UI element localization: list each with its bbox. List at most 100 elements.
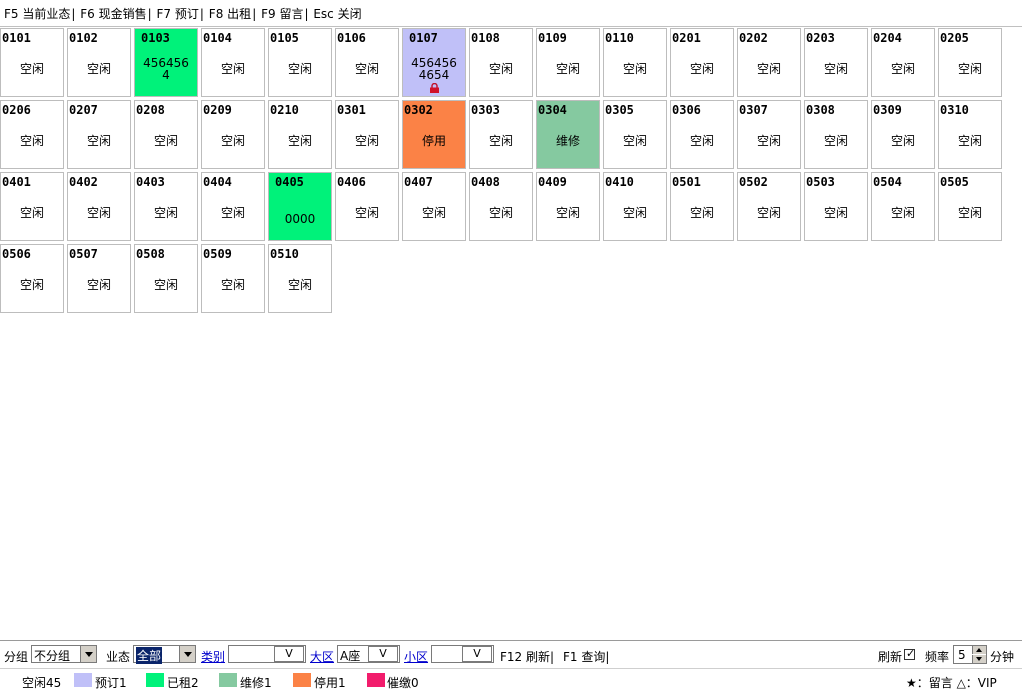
room-tile-0501[interactable]: 0501 空闲	[670, 172, 734, 241]
menu-f8[interactable]: F8 出租	[209, 7, 251, 21]
room-tile-0204[interactable]: 0204 空闲	[871, 28, 935, 97]
room-tile-0510[interactable]: 0510 空闲	[268, 244, 332, 313]
room-tile-0304[interactable]: 0304 维修	[536, 100, 600, 169]
room-tile-0408[interactable]: 0408 空闲	[469, 172, 533, 241]
room-tile-0208[interactable]: 0208 空闲	[134, 100, 198, 169]
room-tile-0207[interactable]: 0207 空闲	[67, 100, 131, 169]
room-status-text: 空闲	[823, 62, 848, 76]
category-dropdown-button[interactable]: V	[274, 646, 304, 662]
room-tile-0110[interactable]: 0110 空闲	[603, 28, 667, 97]
stepper-down-button[interactable]	[972, 655, 986, 663]
room-tile-0209[interactable]: 0209 空闲	[201, 100, 265, 169]
room-tile-0302[interactable]: 0302 停用	[402, 100, 466, 169]
room-number: 0401	[2, 175, 31, 189]
category-link[interactable]: 类别	[201, 648, 225, 665]
room-tile-0104[interactable]: 0104 空闲	[201, 28, 265, 97]
room-status-text: 空闲	[957, 206, 982, 220]
room-tile-0502[interactable]: 0502 空闲	[737, 172, 801, 241]
room-tile-0305[interactable]: 0305 空闲	[603, 100, 667, 169]
room-tile-0404[interactable]: 0404 空闲	[201, 172, 265, 241]
room-tile-0310[interactable]: 0310 空闲	[938, 100, 1002, 169]
f1-query-button[interactable]: F1 查询|	[563, 648, 609, 665]
rate-stepper[interactable]: 5	[953, 645, 987, 664]
room-tile-0109[interactable]: 0109 空闲	[536, 28, 600, 97]
menu-f7[interactable]: F7 预订	[157, 7, 199, 21]
room-tile-0406[interactable]: 0406 空闲	[335, 172, 399, 241]
room-tile-0509[interactable]: 0509 空闲	[201, 244, 265, 313]
room-tile-0306[interactable]: 0306 空闲	[670, 100, 734, 169]
refresh-label: 刷新	[878, 650, 903, 664]
room-status-text: 空闲	[220, 206, 245, 220]
room-tile-0401[interactable]: 0401 空闲	[0, 172, 64, 241]
room-number: 0506	[2, 247, 31, 261]
room-number: 0305	[605, 103, 634, 117]
room-number: 0310	[940, 103, 969, 117]
subzone-link[interactable]: 小区	[404, 648, 428, 665]
room-tile-0202[interactable]: 0202 空闲	[737, 28, 801, 97]
room-status-text: 空闲	[488, 206, 513, 220]
legend-rented-swatch	[146, 673, 164, 687]
menu-f6[interactable]: F6 现金销售	[80, 7, 146, 21]
f12-refresh-button[interactable]: F12 刷新|	[500, 648, 554, 665]
room-tile-0102[interactable]: 0102 空闲	[67, 28, 131, 97]
room-tile-0107[interactable]: 0107 456456 4654	[402, 28, 466, 97]
room-tile-0203[interactable]: 0203 空闲	[804, 28, 868, 97]
room-tile-0507[interactable]: 0507 空闲	[67, 244, 131, 313]
room-tile-0309[interactable]: 0309 空闲	[871, 100, 935, 169]
room-tile-0402[interactable]: 0402 空闲	[67, 172, 131, 241]
room-status-text: 维修	[555, 134, 580, 148]
room-tile-0205[interactable]: 0205 空闲	[938, 28, 1002, 97]
room-tile-0409[interactable]: 0409 空闲	[536, 172, 600, 241]
room-status-text: 空闲	[756, 62, 781, 76]
room-tile-0201[interactable]: 0201 空闲	[670, 28, 734, 97]
status-label: 业态	[106, 650, 131, 664]
room-number: 0205	[940, 31, 969, 45]
room-tile-0503[interactable]: 0503 空闲	[804, 172, 868, 241]
room-tile-0103[interactable]: 0103 456456 4	[134, 28, 198, 97]
group-select[interactable]: 不分组	[31, 645, 97, 663]
room-tile-0505[interactable]: 0505 空闲	[938, 172, 1002, 241]
zone-select[interactable]: A座 V	[337, 645, 400, 663]
menu-f5[interactable]: F5 当前业态	[4, 7, 70, 21]
room-number: 0309	[873, 103, 902, 117]
room-tile-0206[interactable]: 0206 空闲	[0, 100, 64, 169]
room-tile-0407[interactable]: 0407 空闲	[402, 172, 466, 241]
room-status-text: 空闲	[354, 134, 379, 148]
status-select[interactable]: 全部	[133, 645, 196, 664]
room-tile-0105[interactable]: 0105 空闲	[268, 28, 332, 97]
room-tile-0108[interactable]: 0108 空闲	[469, 28, 533, 97]
room-status-text: 空闲	[689, 62, 714, 76]
minute-label: 分钟	[990, 650, 1015, 664]
menu-esc[interactable]: Esc 关闭	[313, 7, 361, 21]
room-tile-0508[interactable]: 0508 空闲	[134, 244, 198, 313]
room-number: 0304	[538, 103, 567, 117]
menu-f9[interactable]: F9 留言	[261, 7, 303, 21]
room-tile-0410[interactable]: 0410 空闲	[603, 172, 667, 241]
room-status-text: 空闲	[488, 62, 513, 76]
subzone-select[interactable]: V	[431, 645, 494, 663]
zone-dropdown-button[interactable]: V	[368, 646, 398, 662]
room-number: 0105	[270, 31, 299, 45]
room-status-text: 空闲	[220, 62, 245, 76]
room-tile-0307[interactable]: 0307 空闲	[737, 100, 801, 169]
room-tile-0106[interactable]: 0106 空闲	[335, 28, 399, 97]
room-tile-0308[interactable]: 0308 空闲	[804, 100, 868, 169]
room-tile-0301[interactable]: 0301 空闲	[335, 100, 399, 169]
group-label: 分组	[4, 650, 29, 664]
room-tile-0504[interactable]: 0504 空闲	[871, 172, 935, 241]
room-number: 0106	[337, 31, 366, 45]
chevron-down-icon	[976, 657, 982, 661]
room-tile-0403[interactable]: 0403 空闲	[134, 172, 198, 241]
room-tile-0210[interactable]: 0210 空闲	[268, 100, 332, 169]
subzone-dropdown-button[interactable]: V	[462, 646, 492, 662]
room-tile-0303[interactable]: 0303 空闲	[469, 100, 533, 169]
room-tile-0405[interactable]: 0405 0000	[268, 172, 332, 241]
room-tile-0101[interactable]: 0101 空闲	[0, 28, 64, 97]
room-status-text: 空闲	[823, 134, 848, 148]
category-select[interactable]: V	[228, 645, 306, 663]
zone-link[interactable]: 大区	[310, 648, 334, 665]
stepper-up-button[interactable]	[972, 646, 986, 654]
refresh-checkbox[interactable]: ✓	[904, 647, 915, 660]
room-number: 0202	[739, 31, 768, 45]
room-tile-0506[interactable]: 0506 空闲	[0, 244, 64, 313]
